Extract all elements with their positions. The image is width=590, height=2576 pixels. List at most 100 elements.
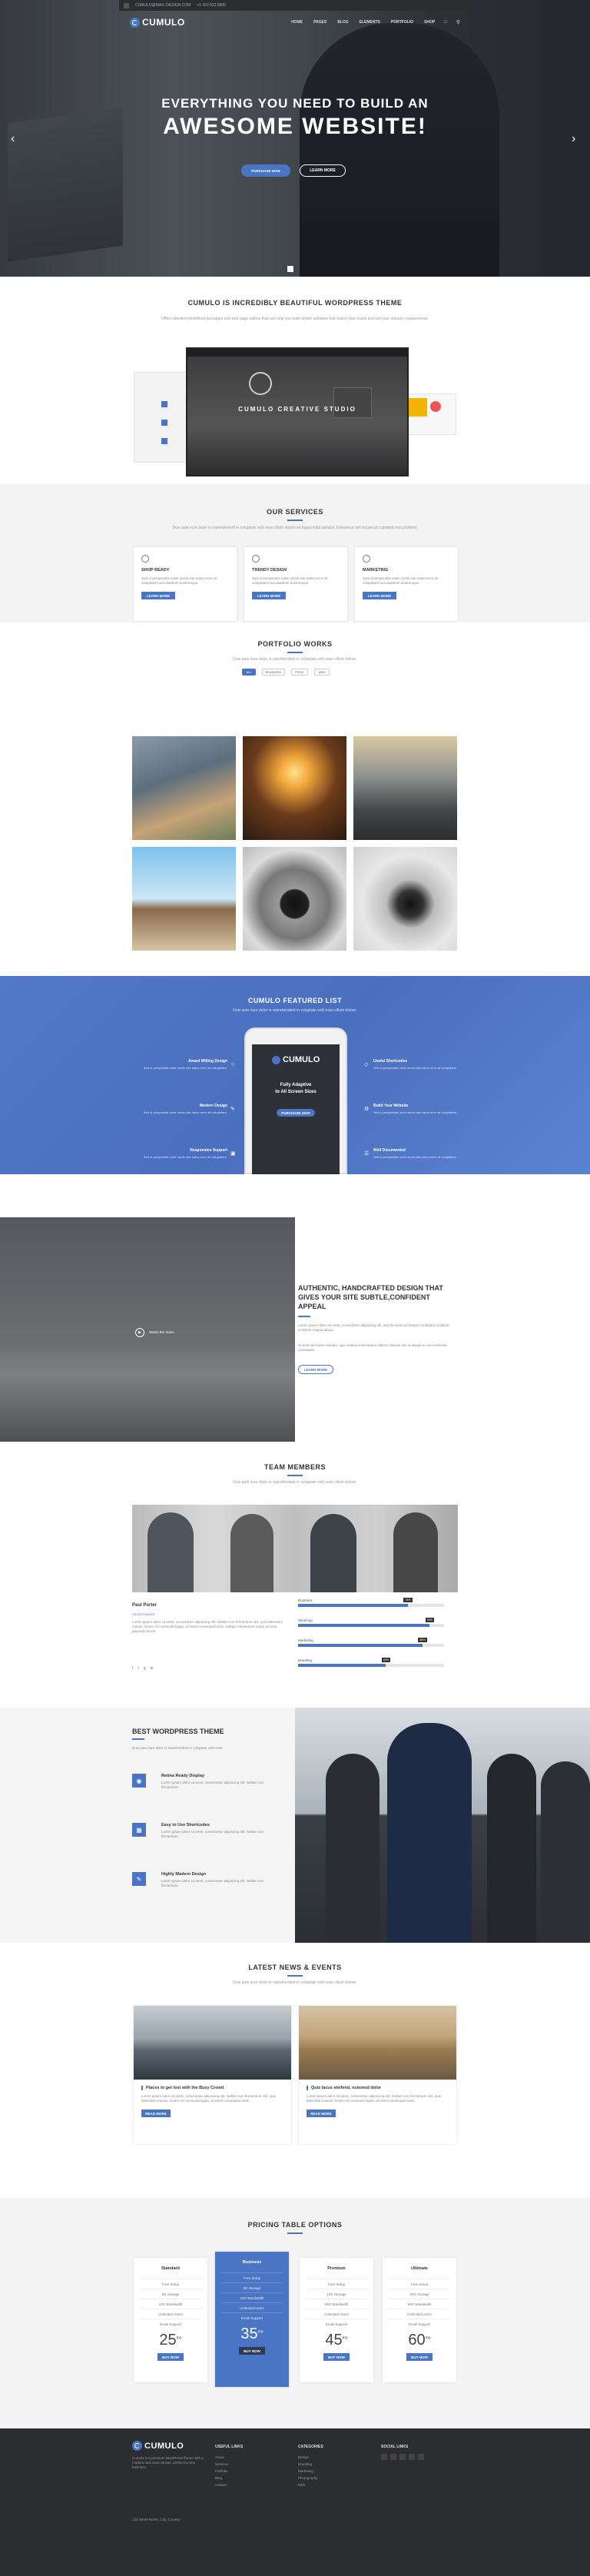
google-icon[interactable] — [399, 2454, 406, 2460]
feature-item: Responsive Support Sed ut perspiciatis un… — [143, 1148, 227, 1159]
intro-title: CUMULO IS INCREDIBLY BEAUTIFUL WORDPRESS… — [187, 299, 403, 307]
skill-bar: Sketchup 90% — [298, 1618, 444, 1627]
filter-branding[interactable]: BRANDING — [262, 669, 285, 676]
portfolio-image-pier[interactable] — [132, 847, 236, 951]
linkedin-icon[interactable]: in — [151, 1666, 154, 1671]
read-more-button[interactable]: READ MORE — [307, 2110, 336, 2117]
play-icon[interactable]: ▶ — [135, 1328, 144, 1337]
service-learn-more-button[interactable]: LEARN MORE — [363, 592, 396, 599]
slider-dot[interactable] — [287, 266, 293, 272]
top-social-icons — [124, 2, 129, 8]
hero-heading-line2: AWESOME WEBSITE! — [163, 114, 427, 139]
best-subtitle: Duis aute irure dolor in reprehenderit i… — [132, 1746, 224, 1750]
portfolio-image-friends[interactable] — [132, 736, 236, 840]
video-learn-more-button[interactable]: LEARN MORE — [298, 1365, 333, 1374]
pricing-plan: Standard Free Setup 5G Storage 10G Bandwidt… — [134, 2258, 207, 2382]
footer-social: SOCIAL LINKS — [381, 2444, 424, 2460]
portfolio-subtitle: Duis aute irure dolor in reprehenderit i… — [233, 657, 357, 662]
nav-item-blog[interactable]: BLOG — [337, 20, 348, 25]
team-member-photo[interactable] — [148, 1512, 194, 1592]
facebook-icon[interactable]: f — [132, 1666, 133, 1671]
trophy-icon: ☆ — [230, 1062, 236, 1067]
nav-menu: HOME PAGES BLOG ELEMENTS PORTFOLIO SHOP — [291, 20, 435, 25]
news-subtitle: Duis aute irure dolor in reprehenderit i… — [233, 1980, 357, 1985]
featured-subtitle: Duis aute irure dolor in reprehenderit i… — [233, 1008, 357, 1013]
buy-now-button[interactable]: BUY NOW — [323, 2353, 350, 2361]
team-member-photo[interactable] — [230, 1514, 273, 1592]
mockup-screen: CUMULO CREATIVE STUDIO — [186, 347, 409, 476]
team-social: f t g in — [132, 1666, 153, 1671]
footer-about: Cumulo is a premium WordPress theme with… — [132, 2456, 204, 2469]
retina-icon: ◉ — [132, 1774, 146, 1788]
team-member-photo[interactable] — [310, 1514, 356, 1592]
twitter-icon[interactable] — [390, 2454, 396, 2460]
filter-all[interactable]: ALL — [242, 669, 256, 676]
video-text1: Lorem ipsum dolor sit amet, consectetur … — [298, 1323, 449, 1332]
service-learn-more-button[interactable]: LEARN MORE — [141, 592, 175, 599]
code-icon: ◇ — [364, 1062, 369, 1067]
feature-item: Useful Shortcodes Sed ut perspiciatis und… — [373, 1059, 458, 1070]
facebook-icon[interactable] — [124, 2, 129, 8]
portfolio-image-camera[interactable] — [243, 847, 346, 951]
top-phone: +1 423 522 8906 — [197, 3, 226, 8]
feature-item: Modern Design Sed ut perspiciatis unde om… — [143, 1104, 227, 1114]
nav-item-portfolio[interactable]: PORTFOLIO — [391, 20, 413, 25]
build-icon: ⚙ — [364, 1107, 370, 1112]
portfolio-image-city[interactable] — [353, 736, 457, 840]
team-member-name: Paul Porter — [132, 1603, 157, 1608]
logo-icon — [130, 17, 140, 28]
team-member-photo[interactable] — [393, 1512, 438, 1592]
hero-heading-line1: EVERYTHING YOU NEED TO BUILD AN — [161, 96, 429, 111]
nav-item-pages[interactable]: PAGES — [313, 20, 326, 25]
logo[interactable]: CUMULO — [130, 17, 185, 28]
video-play-label[interactable]: Watch the Video — [149, 1330, 174, 1334]
best-item: Retina Ready Display Lorem ipsum dolor si… — [161, 1774, 264, 1789]
filter-web[interactable]: WEB — [314, 669, 330, 676]
linkedin-icon[interactable] — [409, 2454, 415, 2460]
top-email[interactable]: CUMULO@MAIL-DESIGN.COM — [135, 3, 191, 8]
skill-percent-badge: 60% — [381, 1658, 390, 1662]
hero-section: EVERYTHING YOU NEED TO BUILD AN AWESOME … — [0, 0, 590, 277]
news-image-field[interactable] — [299, 2006, 456, 2080]
nav-item-home[interactable]: HOME — [291, 20, 303, 25]
service-learn-more-button[interactable]: LEARN MORE — [252, 592, 286, 599]
portfolio-image-cameras[interactable] — [353, 847, 457, 951]
doc-icon: ☰ — [364, 1151, 370, 1157]
news-title: LATEST NEWS & EVENTS — [248, 1964, 342, 1971]
nav-item-elements[interactable]: ELEMENTS — [360, 20, 380, 25]
feature-item: Award Willing Design Sed ut perspiciatis … — [143, 1059, 227, 1070]
buy-now-button[interactable]: BUY NOW — [406, 2353, 433, 2361]
cart-icon[interactable]: □ — [444, 20, 447, 25]
purchase-now-button[interactable]: PURCHASE NOW — [241, 164, 290, 177]
phone-purchase-button[interactable]: PURCHASE NOW — [277, 1109, 315, 1117]
rss-icon[interactable] — [418, 2454, 424, 2460]
service-card: SHOP READY Sed ut perspiciatis unde omnis… — [134, 547, 237, 621]
read-more-button[interactable]: READ MORE — [141, 2110, 171, 2117]
nav-item-shop[interactable]: SHOP — [424, 20, 435, 25]
logo-icon — [132, 2441, 142, 2451]
search-icon[interactable]: ⚲ — [456, 19, 460, 25]
facebook-icon[interactable] — [381, 2454, 387, 2460]
filter-print[interactable]: PRINT — [291, 669, 308, 676]
phone-logo: CUMULO — [283, 1055, 320, 1064]
best-item: Easy to Use Shortcodes Lorem ipsum dolor … — [161, 1823, 264, 1838]
learn-more-button[interactable]: LEARN MORE — [300, 164, 346, 177]
main-nav: CUMULO HOME PAGES BLOG ELEMENTS PORTFOLI… — [119, 11, 471, 34]
phone-line2: to All Screen Sizes — [275, 1090, 317, 1094]
team-member-bio: Lorem ipsum dolor sit amet, consectetur … — [132, 1620, 283, 1633]
news-image-bridge[interactable] — [134, 2006, 291, 2080]
feature-item: Well Documented Sed ut perspiciatis unde … — [373, 1148, 458, 1159]
skill-bar: Illustrator 75% — [298, 1598, 444, 1607]
slider-next-icon[interactable]: › — [572, 132, 575, 146]
slider-prev-icon[interactable]: ‹ — [11, 132, 15, 146]
phone-mockup: CUMULO Fully Adaptive to All Screen Size… — [244, 1027, 347, 1174]
buy-now-button[interactable]: BUY NOW — [239, 2347, 265, 2355]
skill-bar: Marketing 85% — [298, 1638, 444, 1647]
pricing-title: PRICING TABLE OPTIONS — [247, 2221, 343, 2229]
google-icon[interactable]: g — [144, 1666, 146, 1671]
buy-now-button[interactable]: BUY NOW — [157, 2353, 184, 2361]
mockup-heading: CUMULO CREATIVE STUDIO — [238, 406, 356, 413]
portfolio-image-railway[interactable] — [243, 736, 346, 840]
footer-logo[interactable]: CUMULO — [132, 2441, 184, 2451]
video-section: ▶ Watch the Video — [0, 1217, 295, 1442]
